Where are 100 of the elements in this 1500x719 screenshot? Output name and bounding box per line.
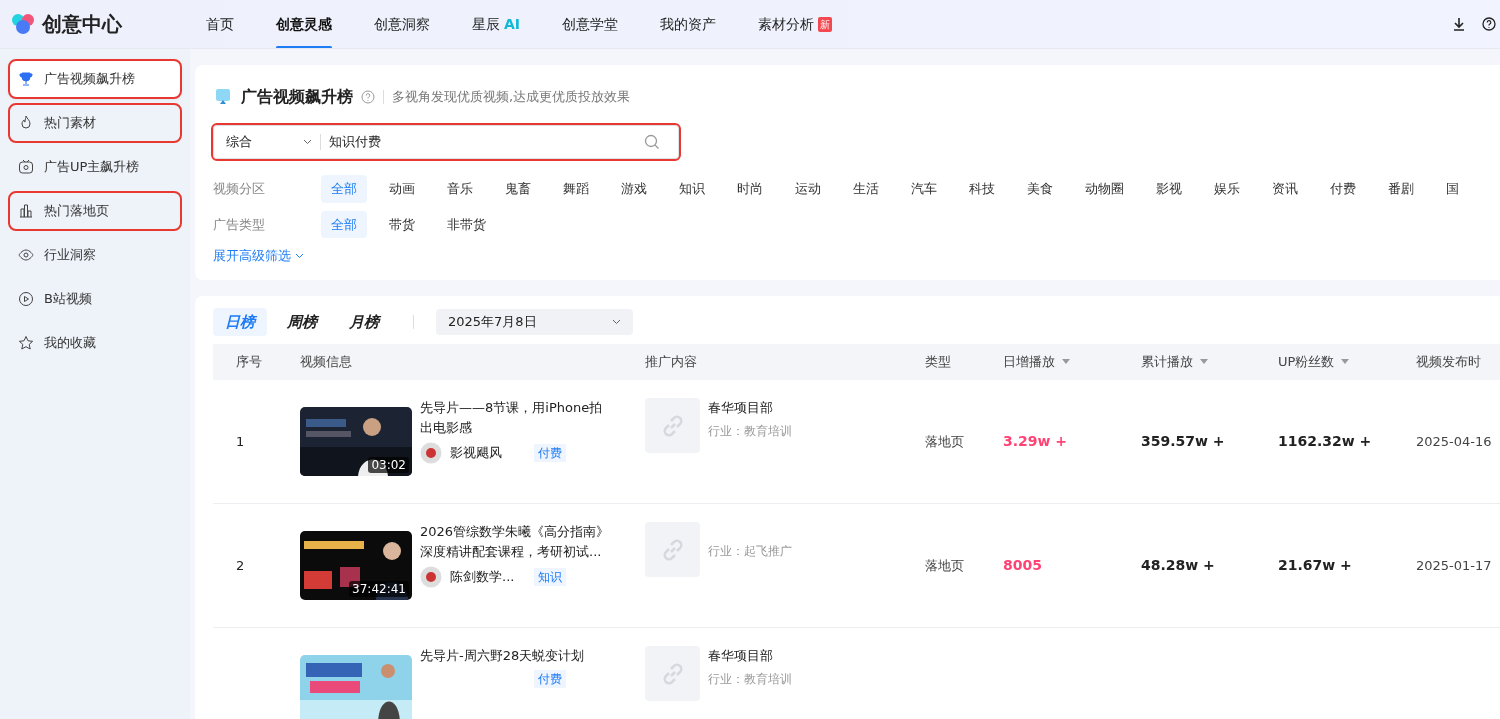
brand-name: 创意中心 — [42, 11, 122, 38]
sidebar-item[interactable]: 热门素材 — [10, 105, 180, 141]
column-header: 视频发布时 — [1416, 353, 1481, 372]
total-plays: 359.57w + — [1141, 432, 1225, 451]
total-plays: 48.28w + — [1141, 556, 1215, 575]
filter-option[interactable]: 全部 — [321, 175, 367, 203]
filter-option[interactable]: 非带货 — [437, 210, 496, 238]
filter-option[interactable]: 鬼畜 — [495, 175, 541, 203]
daily-plays: 3.29w + — [1003, 432, 1068, 451]
filter-option[interactable]: 科技 — [959, 175, 1005, 203]
sort-icon[interactable] — [1340, 359, 1351, 365]
nav-tab[interactable]: 创意灵感 — [255, 0, 353, 48]
promo-name: 春华项目部 — [708, 647, 774, 665]
column-header: 推广内容 — [645, 353, 697, 372]
avatar-icon[interactable] — [420, 566, 442, 588]
scope-dropdown[interactable]: 综合 — [226, 132, 252, 152]
search-icon[interactable] — [644, 134, 660, 150]
sidebar-item[interactable]: 广告视频飙升榜 — [10, 61, 180, 97]
column-header: 序号 — [236, 353, 262, 372]
ad-type: 落地页 — [925, 432, 964, 451]
filter-option[interactable]: 番剧 — [1378, 175, 1424, 203]
sort-icon[interactable] — [1199, 359, 1209, 365]
ai-label: AI — [504, 14, 521, 34]
column-header: 视频信息 — [300, 353, 352, 372]
play-icon — [18, 291, 34, 307]
filter-option[interactable]: 知识 — [669, 175, 715, 203]
fan-count: 1162.32w + — [1278, 432, 1372, 451]
search-bar[interactable]: 综合 知识付费 — [213, 125, 679, 159]
nav-tab[interactable]: 首页 — [185, 0, 255, 48]
help-icon[interactable] — [1482, 17, 1496, 31]
video-duration: 03:02 — [368, 457, 409, 473]
industry-label: 行业：起飞推广 — [708, 543, 792, 560]
sort-icon[interactable] — [1061, 359, 1071, 365]
category-tag: 付费 — [534, 444, 566, 462]
sidebar-item[interactable]: 我的收藏 — [10, 325, 180, 361]
filter-option[interactable]: 汽车 — [901, 175, 947, 203]
trophy-icon — [18, 71, 34, 87]
chevron-icon — [295, 252, 304, 259]
bar-chart-icon — [18, 203, 34, 219]
publish-date: 2025-01-17 — [1416, 556, 1492, 575]
page-title: 广告视频飙升榜 — [241, 86, 353, 108]
page-subtitle: 多视角发现优质视频,达成更优质投放效果 — [392, 88, 631, 107]
filter-label: 广告类型 — [213, 215, 266, 234]
flame-icon — [18, 115, 34, 131]
nav-tab[interactable]: 星辰 AI — [451, 0, 542, 48]
period-tab[interactable]: 月榜 — [337, 307, 391, 336]
nav-tab[interactable]: 我的资产 — [639, 0, 738, 48]
author-name[interactable]: 影视飓风 — [450, 443, 502, 463]
filter-option[interactable]: 影视 — [1146, 175, 1192, 203]
filter-option[interactable]: 带货 — [379, 210, 425, 238]
video-title[interactable]: 2026管综数学朱曦《高分指南》深度精讲配套课程，考研初试... — [420, 522, 610, 562]
expand-filters-link[interactable]: 展开高级筛选 — [213, 246, 291, 266]
nav-tab[interactable]: 创意学堂 — [541, 0, 640, 48]
filter-option[interactable]: 娱乐 — [1204, 175, 1250, 203]
caret-icon — [612, 318, 621, 325]
filter-option[interactable]: 生活 — [843, 175, 889, 203]
filter-option[interactable]: 动物圈 — [1075, 175, 1134, 203]
period-tab[interactable]: 日榜 — [213, 307, 267, 336]
video-title[interactable]: 先导片——8节课，用iPhone拍出电影感 — [420, 398, 610, 438]
period-tab[interactable]: 周榜 — [275, 307, 329, 336]
author-name[interactable]: 陈剑数学... — [450, 567, 515, 587]
rank-number: 2 — [236, 556, 245, 575]
filter-option[interactable]: 国 — [1436, 175, 1469, 203]
filter-option[interactable]: 运动 — [785, 175, 831, 203]
up-tv-icon — [18, 159, 34, 175]
daily-plays: 8005 — [1003, 556, 1042, 575]
nav-tab[interactable]: 创意洞察 — [353, 0, 451, 48]
avatar-icon[interactable] — [420, 442, 442, 464]
filter-option[interactable]: 动画 — [379, 175, 425, 203]
filter-option[interactable]: 音乐 — [437, 175, 483, 203]
sidebar-item[interactable]: 广告UP主飙升榜 — [10, 149, 180, 185]
eye-icon — [18, 247, 34, 263]
new-badge: 新 — [818, 16, 833, 32]
video-duration: 37:42:41 — [349, 581, 409, 597]
rank-number: 1 — [236, 432, 245, 451]
column-header: 类型 — [925, 353, 951, 372]
fan-count: 21.67w + — [1278, 556, 1352, 575]
industry-label: 行业：教育培训 — [708, 422, 792, 440]
filter-option[interactable]: 资讯 — [1262, 175, 1308, 203]
video-title[interactable]: 先导片-周六野28天蜕变计划 — [420, 646, 610, 666]
filter-option[interactable]: 美食 — [1017, 175, 1063, 203]
filter-option[interactable]: 付费 — [1320, 175, 1366, 203]
sidebar-item[interactable]: B站视频 — [10, 281, 180, 317]
category-tag: 付费 — [534, 670, 566, 688]
publish-date: 2025-04-16 — [1416, 432, 1492, 451]
filter-label: 视频分区 — [213, 180, 266, 198]
nav-tab[interactable]: 素材分析 新 — [737, 0, 854, 48]
filter-option[interactable]: 时尚 — [727, 175, 773, 203]
sidebar-item[interactable]: 行业洞察 — [10, 237, 180, 273]
ad-type: 落地页 — [925, 556, 964, 575]
star-icon — [18, 335, 34, 351]
category-tag: 知识 — [534, 568, 566, 586]
promo-name: 春华项目部 — [708, 399, 774, 417]
filter-option[interactable]: 游戏 — [611, 175, 657, 203]
filter-option[interactable]: 全部 — [321, 210, 367, 238]
industry-label: 行业：教育培训 — [708, 670, 792, 688]
filter-option[interactable]: 舞蹈 — [553, 175, 599, 203]
date-picker[interactable]: 2025年7月8日 — [436, 308, 633, 335]
download-icon[interactable] — [1452, 17, 1466, 31]
sidebar-item[interactable]: 热门落地页 — [10, 193, 180, 229]
